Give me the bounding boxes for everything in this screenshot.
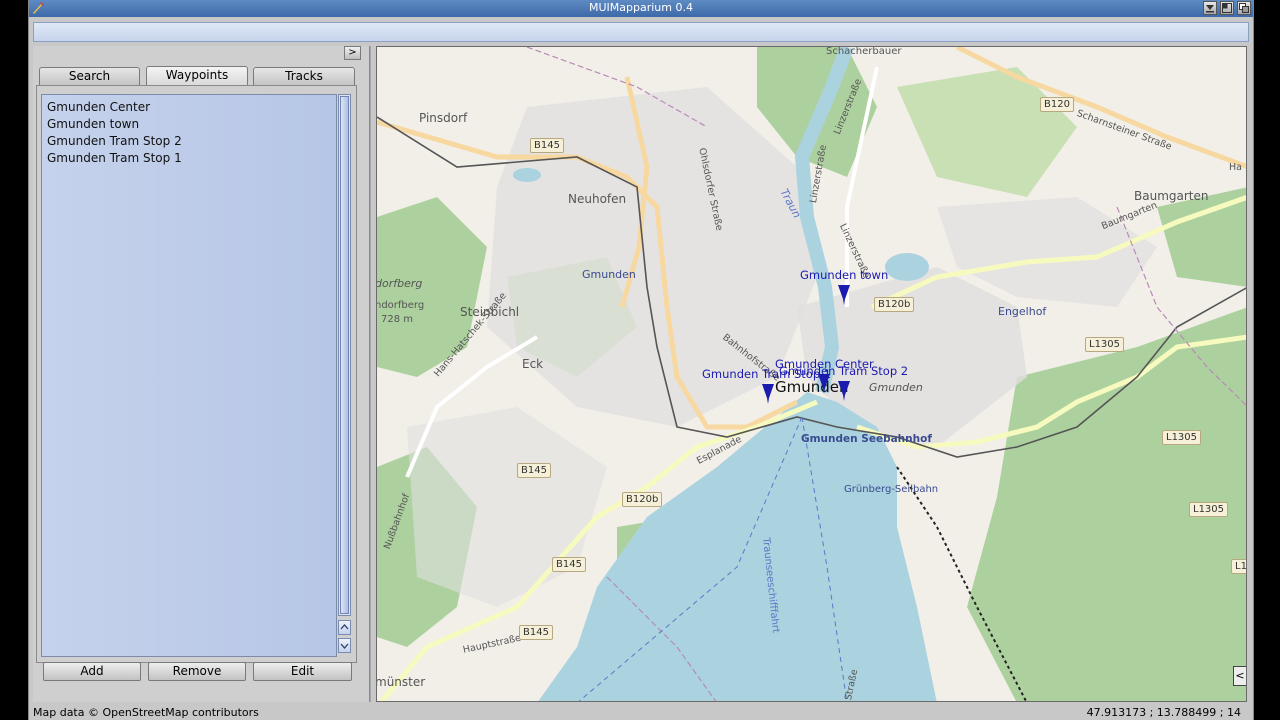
station-label-gmunden: Gmunden bbox=[582, 268, 636, 281]
edit-button[interactable]: Edit bbox=[253, 662, 352, 681]
map-view[interactable]: Pinsdorf Neuhofen Steinbichl Eck Gmunden… bbox=[376, 46, 1247, 702]
road-shield-b145: B145 bbox=[530, 138, 564, 153]
title-bar[interactable]: MUIMapparium 0.4 bbox=[29, 0, 1253, 17]
peak-label-dorfberg: ndorfberg bbox=[376, 300, 425, 311]
add-button[interactable]: Add bbox=[43, 662, 141, 681]
street-label-ha: Ha bbox=[1229, 162, 1242, 173]
zoom-window-icon[interactable] bbox=[1220, 1, 1234, 15]
place-label-dorfberg: dorfberg bbox=[376, 277, 423, 290]
place-label-sw: münster bbox=[376, 675, 426, 689]
list-item[interactable]: Gmunden town bbox=[42, 116, 336, 133]
tab-waypoints[interactable]: Waypoints bbox=[146, 66, 248, 86]
road-shield-l1305: L1305 bbox=[1162, 430, 1202, 445]
collapse-sidebar-button[interactable]: > bbox=[344, 46, 361, 60]
sidebar-tabs: Search Waypoints Tracks bbox=[39, 66, 357, 86]
map-attribution: Map data © OpenStreetMap contributors bbox=[33, 706, 259, 719]
place-label-pinsdorf: Pinsdorf bbox=[419, 111, 468, 125]
waypoint-marker-town[interactable] bbox=[838, 285, 850, 305]
app-window: MUIMapparium 0.4 > Search Waypoints Trac… bbox=[28, 0, 1254, 720]
scroll-thumb[interactable] bbox=[340, 96, 349, 614]
place-label-neuhofen: Neuhofen bbox=[568, 192, 627, 206]
coordinate-readout: 47.913173 ; 13.788499 ; 14 bbox=[1086, 706, 1241, 719]
tab-tracks[interactable]: Tracks bbox=[253, 67, 355, 85]
list-scrollbar[interactable] bbox=[337, 94, 352, 657]
waypoint-list[interactable]: Gmunden Center Gmunden town Gmunden Tram… bbox=[41, 94, 337, 657]
road-shield-b145: B145 bbox=[519, 625, 553, 640]
road-shield-b120b: B120b bbox=[874, 297, 915, 312]
list-item[interactable]: Gmunden Center bbox=[42, 99, 336, 116]
waypoint-marker-stop2[interactable] bbox=[838, 381, 850, 401]
place-label-eck: Eck bbox=[522, 357, 544, 371]
station-label-seebahnhof: Gmunden Seebahnhof bbox=[801, 433, 932, 445]
peak-height-label: 728 m bbox=[381, 314, 414, 325]
waypoint-label-town: Gmunden town bbox=[800, 268, 889, 282]
road-shield-b120: B120 bbox=[1040, 97, 1074, 112]
road-shield-b145: B145 bbox=[552, 557, 586, 572]
scroll-up-button[interactable] bbox=[338, 620, 351, 635]
waypoint-label-stop1: Gmunden Tram Stop 1 bbox=[702, 367, 832, 381]
tab-search[interactable]: Search bbox=[39, 67, 140, 85]
list-item[interactable]: Gmunden Tram Stop 2 bbox=[42, 133, 336, 150]
waypoints-panel: Gmunden Center Gmunden town Gmunden Tram… bbox=[36, 85, 357, 663]
station-label-gruenberg: Grünberg-Seilbahn bbox=[844, 484, 939, 495]
status-bar: Map data © OpenStreetMap contributors 47… bbox=[29, 704, 1253, 720]
list-item[interactable]: Gmunden Tram Stop 1 bbox=[42, 150, 336, 167]
scroll-track[interactable] bbox=[338, 94, 351, 616]
area-label-gmunden: Gmunden bbox=[869, 381, 923, 394]
road-shield-l1305: L1305 bbox=[1189, 502, 1229, 517]
road-shield-b145: B145 bbox=[517, 463, 551, 478]
iconify-icon[interactable] bbox=[1203, 1, 1217, 15]
app-icon bbox=[31, 1, 45, 15]
window-title: MUIMapparium 0.4 bbox=[589, 1, 693, 14]
toolbar bbox=[33, 22, 1249, 42]
sidebar-panel: > Search Waypoints Tracks Gmunden Center… bbox=[33, 46, 370, 702]
waypoint-actions: Add Remove Edit bbox=[43, 662, 355, 682]
map-expand-button[interactable]: < bbox=[1233, 666, 1246, 686]
remove-button[interactable]: Remove bbox=[148, 662, 246, 681]
panel-splitter[interactable] bbox=[369, 46, 371, 702]
waypoint-marker-stop1[interactable] bbox=[762, 384, 774, 404]
scroll-down-button[interactable] bbox=[338, 638, 351, 653]
road-shield-l1305: L1305 bbox=[1085, 337, 1125, 352]
place-label-baumgarten: Baumgarten bbox=[1134, 189, 1209, 203]
place-label-schacherbauer: Schacherbauer bbox=[826, 46, 902, 57]
place-label-engelhof: Engelhof bbox=[998, 305, 1047, 318]
depth-icon[interactable] bbox=[1237, 1, 1251, 15]
road-shield-b120b: B120b bbox=[622, 492, 663, 507]
road-shield-l13: L13 bbox=[1231, 559, 1246, 574]
